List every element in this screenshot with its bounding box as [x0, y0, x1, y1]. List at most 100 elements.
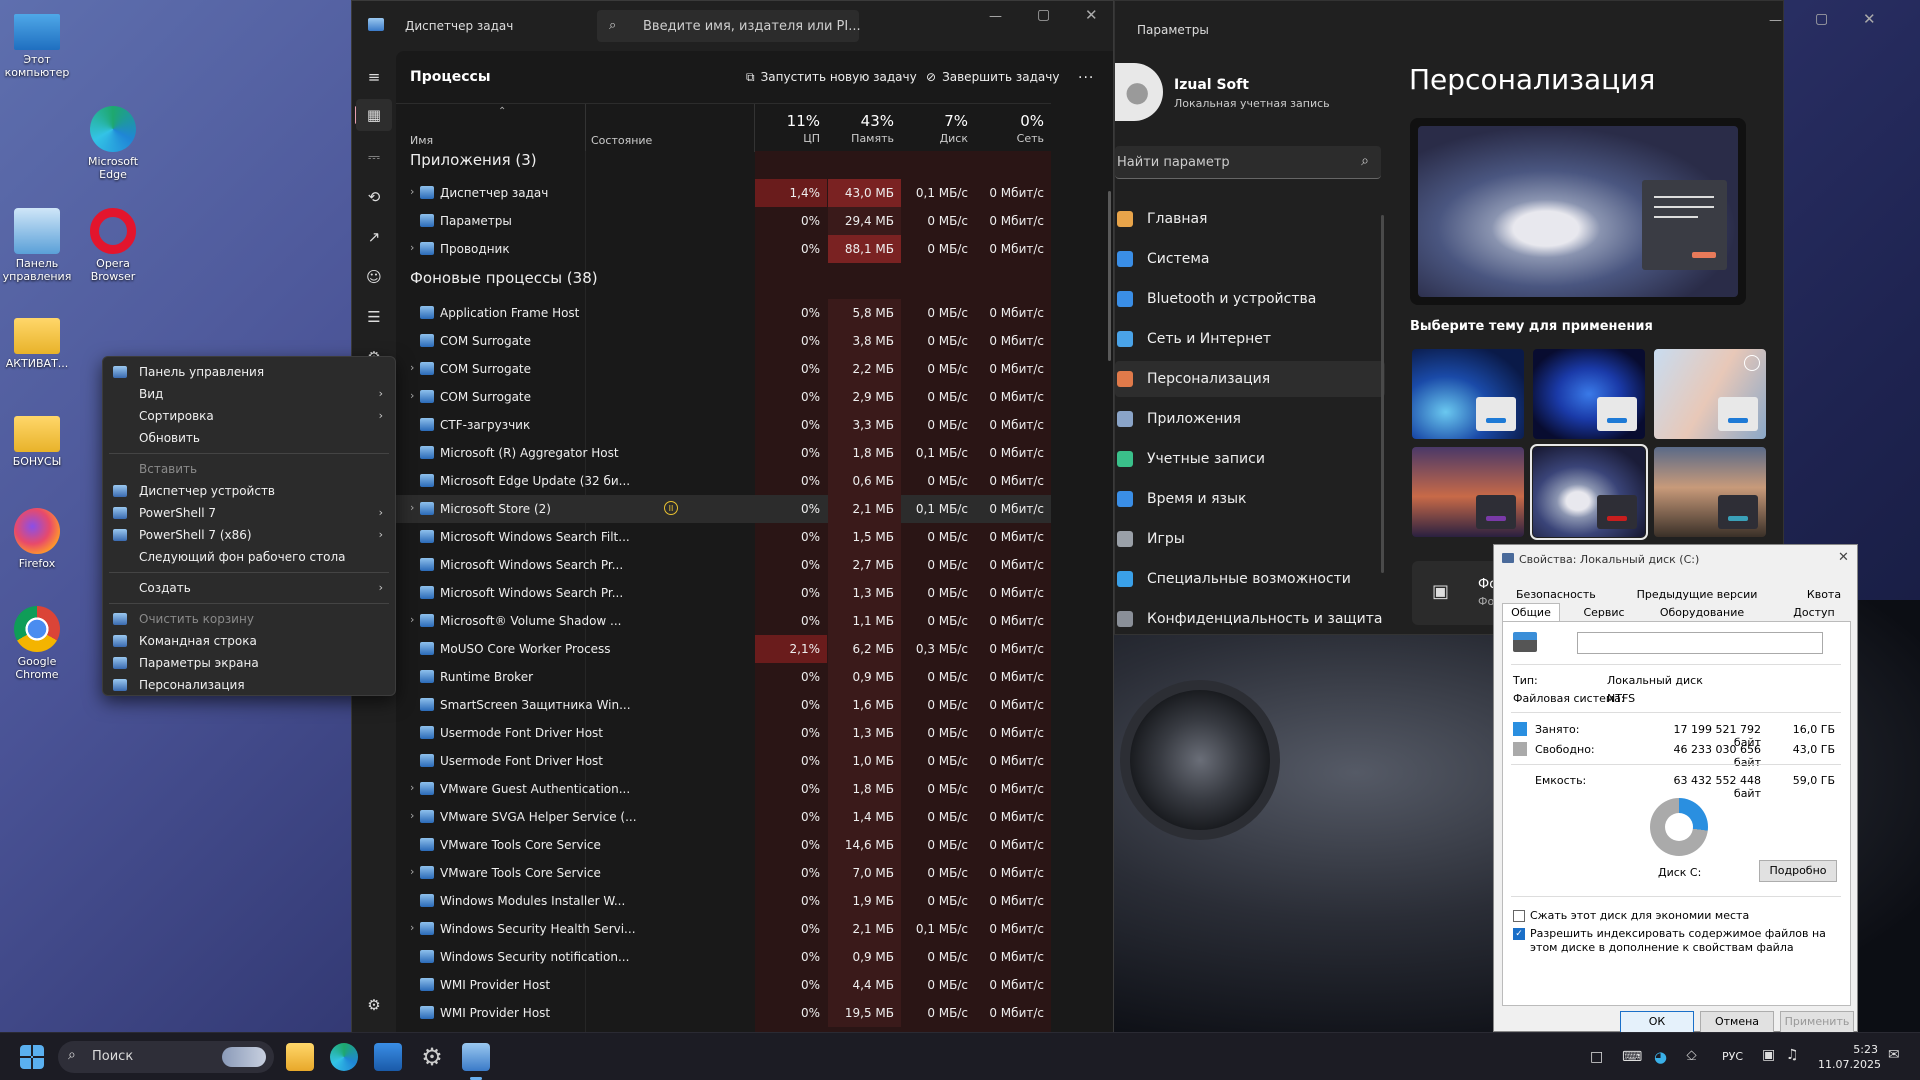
desktop-icon-this-pc[interactable]: Этот компьютер — [1, 10, 73, 79]
process-row[interactable]: SmartScreen Защитника Win... 0% 1,6 МБ 0 МБ… — [396, 691, 1051, 719]
process-row[interactable]: Microsoft Windows Search Pr... 0% 2,7 МБ 0 … — [396, 551, 1051, 579]
volume-tray-icon[interactable]: ♫ — [1786, 1047, 1799, 1063]
settings-nav-item[interactable]: Система — [1115, 241, 1385, 277]
menu-item[interactable]: Диспетчер устройств — [103, 480, 395, 502]
column-header-cpu[interactable]: 11% ЦП — [755, 104, 827, 152]
start-button-windows-icon[interactable] — [20, 1045, 44, 1069]
process-row[interactable]: › VMware SVGA Helper Service (... 0% 1,4 МБ… — [396, 803, 1051, 831]
settings-nav-item[interactable]: Конфиденциальность и защита — [1115, 601, 1385, 637]
settings-nav-item[interactable]: Приложения — [1115, 401, 1385, 437]
close-button[interactable]: ✕ — [1838, 550, 1849, 565]
menu-item[interactable]: Сортировка › — [103, 405, 395, 427]
tab-security[interactable]: Безопасность — [1516, 586, 1596, 604]
process-row[interactable]: COM Surrogate 0% 3,8 МБ 0 МБ/с 0 Мбит/с — [396, 327, 1051, 355]
details-button[interactable]: Подробно — [1759, 860, 1837, 882]
desktop-icon-control-panel[interactable]: Панель управления — [1, 208, 73, 283]
process-row[interactable]: Параметры 0% 29,4 МБ 0 МБ/с 0 Мбит/с — [396, 207, 1051, 235]
process-row[interactable]: CTF-загрузчик 0% 3,3 МБ 0 МБ/с 0 Мбит/с — [396, 411, 1051, 439]
minimize-button[interactable]: — — [1769, 13, 1782, 28]
drive-label-input[interactable] — [1577, 632, 1823, 654]
process-row[interactable]: › Microsoft® Volume Shadow ... 0% 1,1 МБ 0 М… — [396, 607, 1051, 635]
task-manager-taskbar-icon[interactable] — [462, 1043, 490, 1071]
desktop-icon-chrome[interactable]: Google Chrome — [1, 606, 73, 681]
desktop-icon-activator-folder[interactable]: АКТИВАТ... — [1, 310, 73, 370]
expand-chevron-icon[interactable]: › — [410, 613, 414, 626]
startup-apps-icon[interactable]: ↗ — [364, 227, 384, 247]
index-checkbox[interactable]: ✓ — [1513, 928, 1525, 940]
settings-gear-icon[interactable]: ⚙ — [418, 1043, 446, 1071]
menu-item[interactable]: PowerShell 7 (x86) › — [103, 524, 395, 546]
tab-tools[interactable]: Сервис — [1576, 604, 1632, 622]
settings-nav-item[interactable]: Главная — [1115, 201, 1385, 237]
user-avatar[interactable]: ● — [1115, 63, 1163, 121]
desktop-icon-firefox[interactable]: Firefox — [1, 508, 73, 570]
process-row[interactable]: › COM Surrogate 0% 2,2 МБ 0 МБ/с 0 Мбит/с — [396, 355, 1051, 383]
theme-option[interactable] — [1412, 447, 1524, 537]
process-row[interactable]: › Диспетчер задач 1,4% 43,0 МБ 0,1 МБ/с 0 Мби… — [396, 179, 1051, 207]
settings-nav-scrollbar[interactable] — [1381, 215, 1384, 573]
expand-chevron-icon[interactable]: › — [410, 781, 414, 794]
process-row[interactable]: Microsoft Windows Search Pr... 0% 1,3 МБ 0 … — [396, 579, 1051, 607]
theme-option[interactable] — [1533, 349, 1645, 439]
process-row[interactable]: › VMware Guest Authentication... 0% 1,8 МБ 0… — [396, 775, 1051, 803]
settings-nav-item[interactable]: Персонализация — [1115, 361, 1385, 397]
maximize-button[interactable]: ▢ — [1037, 7, 1050, 23]
details-icon[interactable]: ☰ — [364, 307, 384, 327]
file-explorer-icon[interactable] — [286, 1043, 314, 1071]
clock[interactable]: 5:23 11.07.2025 — [1818, 1042, 1881, 1072]
security-tray-icon[interactable]: ◕ — [1654, 1048, 1667, 1066]
expand-chevron-icon[interactable]: › — [410, 361, 414, 374]
close-button[interactable]: ✕ — [1085, 6, 1098, 24]
compress-checkbox[interactable] — [1513, 910, 1525, 922]
store-icon[interactable] — [374, 1043, 402, 1071]
theme-settings-icon[interactable] — [1744, 355, 1760, 371]
desktop-icon-edge[interactable]: Microsoft Edge — [77, 106, 149, 181]
hamburger-menu-icon[interactable]: ≡ — [364, 67, 384, 87]
theme-option[interactable] — [1412, 349, 1524, 439]
processes-icon[interactable]: ▦ — [364, 105, 384, 125]
app-history-icon[interactable]: ⟲ — [364, 187, 384, 207]
process-row[interactable]: Windows Modules Installer W... 0% 1,9 МБ 0 … — [396, 887, 1051, 915]
settings-nav-item[interactable]: Учетные записи — [1115, 441, 1385, 477]
expand-chevron-icon[interactable]: › — [410, 389, 414, 402]
taskbar-search[interactable]: ⌕ Поиск — [58, 1041, 274, 1073]
tab-previous-versions[interactable]: Предыдущие версии — [1634, 586, 1760, 604]
menu-item[interactable]: Панель управления — [103, 361, 395, 383]
process-row[interactable]: Usermode Font Driver Host 0% 1,0 МБ 0 МБ/с 0… — [396, 747, 1051, 775]
process-row[interactable]: Windows Security notification... 0% 0,9 МБ… — [396, 943, 1051, 971]
process-row[interactable]: WMI Provider Host 0% 4,4 МБ 0 МБ/с 0 Мбит/с — [396, 971, 1051, 999]
settings-nav-item[interactable]: Специальные возможности — [1115, 561, 1385, 597]
desktop-icon-bonus-folder[interactable]: БОНУСЫ — [1, 408, 73, 468]
edge-icon[interactable] — [330, 1043, 358, 1071]
expand-chevron-icon[interactable]: › — [410, 809, 414, 822]
process-row[interactable]: › COM Surrogate 0% 2,9 МБ 0 МБ/с 0 Мбит/с — [396, 383, 1051, 411]
more-options-button[interactable]: ... — [1078, 66, 1094, 82]
minimize-button[interactable]: — — [989, 9, 1002, 24]
menu-item[interactable]: Следующий фон рабочего стола — [103, 546, 395, 568]
settings-search-input[interactable]: Найти параметр ⌕ — [1115, 146, 1381, 179]
process-row[interactable]: › Windows Security Health Servi... 0% 2,1 М… — [396, 915, 1051, 943]
process-row[interactable]: Microsoft Windows Search Filt... 0% 1,5 МБ… — [396, 523, 1051, 551]
scrollbar[interactable] — [1108, 191, 1111, 361]
run-new-task-button[interactable]: ⧉ Запустить новую задачу — [746, 63, 917, 91]
apply-button[interactable]: Применить — [1780, 1011, 1854, 1033]
process-row[interactable]: › Microsoft Store (2) II 0% 2,1 МБ 0,1 МБ/с 0 … — [396, 495, 1051, 523]
process-row[interactable]: › VMware Tools Core Service 0% 7,0 МБ 0 МБ/с… — [396, 859, 1051, 887]
close-button[interactable]: ✕ — [1863, 10, 1876, 28]
tab-general[interactable]: Общие — [1502, 603, 1560, 621]
theme-option[interactable] — [1654, 447, 1766, 537]
network-tray-icon[interactable]: ▣ — [1762, 1047, 1775, 1063]
cancel-button[interactable]: Отмена — [1700, 1011, 1774, 1033]
expand-chevron-icon[interactable]: › — [410, 501, 414, 514]
process-row[interactable]: Application Frame Host 0% 5,8 МБ 0 МБ/с 0 Мб… — [396, 299, 1051, 327]
expand-chevron-icon[interactable]: › — [410, 865, 414, 878]
process-row[interactable]: MoUSO Core Worker Process 2,1% 6,2 МБ 0,3 М… — [396, 635, 1051, 663]
settings-nav-item[interactable]: Bluetooth и устройства — [1115, 281, 1385, 317]
process-row[interactable]: › Проводник 0% 88,1 МБ 0 МБ/с 0 Мбит/с — [396, 235, 1051, 263]
task-manager-search[interactable]: ⌕ Введите имя, издателя или PI... — [597, 10, 861, 42]
menu-item[interactable]: Параметры экрана — [103, 652, 395, 674]
column-header-network[interactable]: 0% Сеть — [976, 104, 1051, 152]
theme-option[interactable] — [1530, 444, 1648, 540]
performance-icon[interactable]: ⎓ — [364, 147, 384, 167]
tab-quota[interactable]: Квота — [1804, 586, 1844, 604]
